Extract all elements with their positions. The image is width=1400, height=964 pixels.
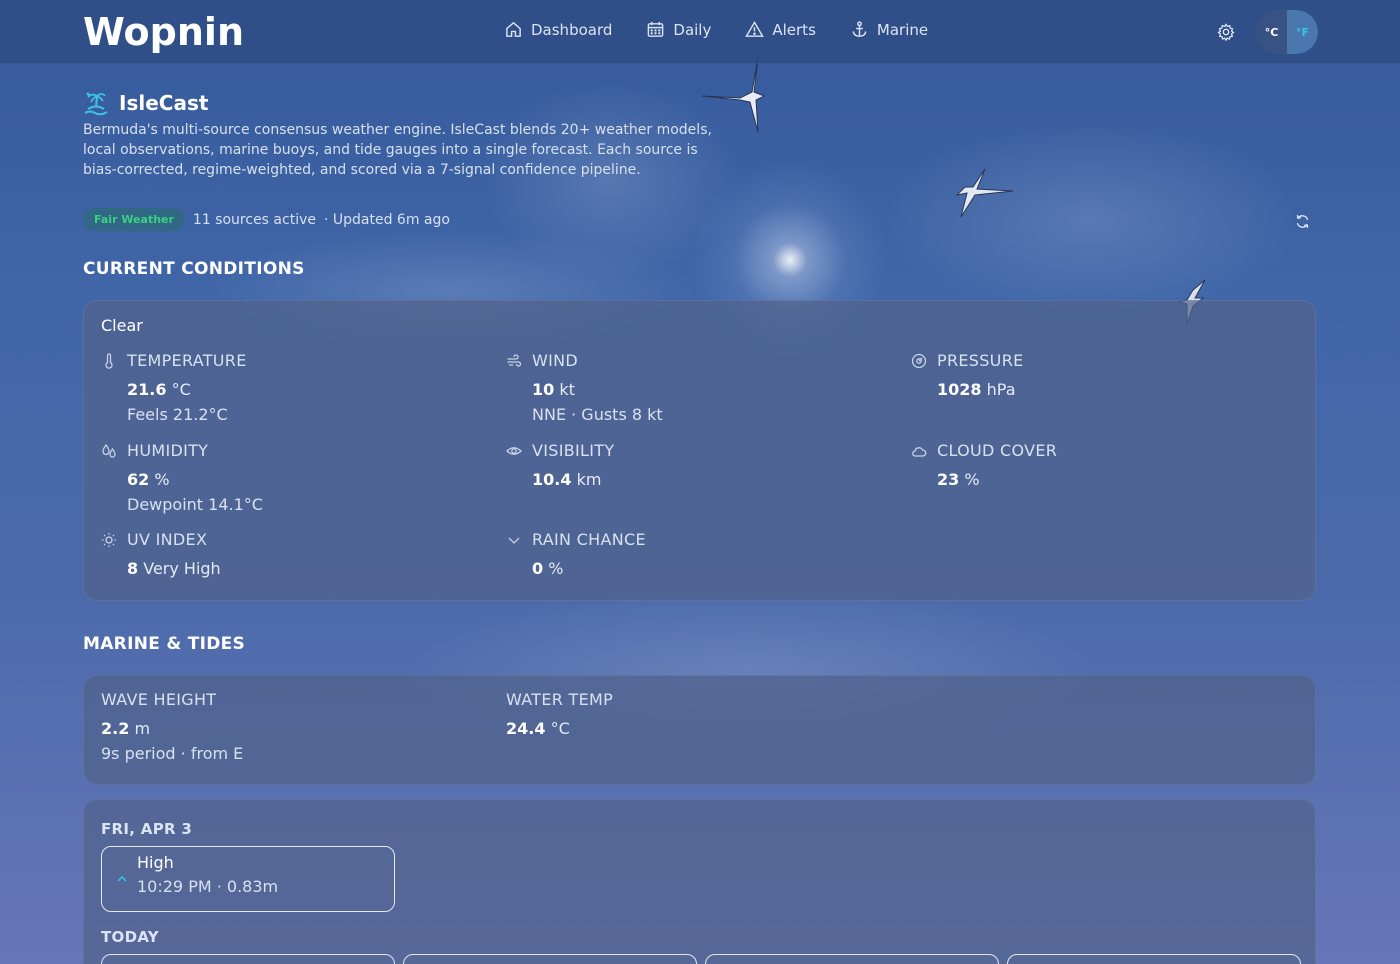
fahrenheit-option[interactable]: °F — [1287, 10, 1318, 54]
refresh-icon[interactable] — [1294, 213, 1311, 230]
top-navigation-bar: Wopnin Dashboard Daily Alerts Marine °C … — [0, 0, 1400, 64]
pressure-metric: PRESSURE 1028 hPa — [911, 351, 1291, 399]
wind-icon — [507, 353, 522, 367]
wind-metric: WIND 10 kt NNE · Gusts 8 kt — [506, 351, 886, 424]
visibility-metric: VISIBILITY 10.4 km — [506, 441, 886, 489]
sun-icon — [102, 532, 116, 547]
today-label: TODAY — [101, 928, 159, 946]
anchor-icon — [852, 21, 867, 37]
unit-toggle: °C °F — [1256, 10, 1318, 54]
app-logo[interactable]: Wopnin — [83, 10, 244, 54]
gear-icon[interactable] — [1217, 23, 1235, 41]
tide-entry[interactable]: High 10:29 PM · 0.83m — [101, 846, 395, 912]
nav-item-marine[interactable]: Marine — [850, 20, 928, 39]
nav-label: Daily — [673, 20, 712, 39]
metric-label: TEMPERATURE — [127, 351, 247, 370]
calendar-icon — [648, 21, 664, 37]
status-row: Fair Weather 11 sources active · Updated… — [83, 208, 450, 231]
celsius-option[interactable]: °C — [1256, 10, 1287, 54]
cloud-haze — [880, 120, 1300, 320]
wave-height-value: 2.2 — [101, 719, 130, 738]
nav-item-daily[interactable]: Daily — [646, 20, 711, 39]
metric-label: HUMIDITY — [127, 441, 209, 460]
bird-illustration — [955, 168, 1014, 218]
today-tide-entry[interactable] — [403, 954, 697, 964]
metric-label: WAVE HEIGHT — [101, 690, 217, 709]
nav-item-dashboard[interactable]: Dashboard — [504, 20, 612, 39]
tide-date: FRI, APR 3 — [101, 820, 193, 838]
updated-time: · Updated 6m ago — [323, 211, 450, 228]
visibility-value: 10.4 — [532, 470, 572, 489]
wind-unit: kt — [559, 380, 575, 399]
brand-description: Bermuda's multi-source consensus weather… — [83, 122, 712, 178]
metric-label: RAIN CHANCE — [532, 530, 646, 549]
wave-period: 9s period · from E — [101, 744, 244, 763]
droplets-icon — [102, 443, 116, 458]
metric-label: PRESSURE — [937, 351, 1024, 370]
metric-label: VISIBILITY — [532, 441, 615, 460]
wave-height-unit: m — [134, 719, 151, 738]
today-tide-entry[interactable] — [1007, 954, 1301, 964]
water-temp-unit: °C — [550, 719, 570, 738]
today-tide-entry[interactable] — [101, 954, 395, 964]
nav-label: Alerts — [772, 20, 816, 39]
uv-index-level: Very High — [143, 559, 221, 578]
uv-index-metric: UV INDEX 8 Very High — [101, 530, 481, 578]
nav-item-alerts[interactable]: Alerts — [745, 20, 816, 39]
nav-label: Dashboard — [531, 20, 613, 39]
marine-card: WAVE HEIGHT 2.2 m 9s period · from E WAT… — [83, 675, 1316, 785]
wind-direction-gusts: NNE · Gusts 8 kt — [532, 405, 663, 424]
today-tide-entry[interactable] — [705, 954, 999, 964]
current-conditions-title: CURRENT CONDITIONS — [83, 259, 305, 279]
dewpoint: Dewpoint 14.1°C — [127, 495, 263, 514]
main-nav: Dashboard Daily Alerts Marine — [504, 20, 928, 39]
condition-text: Clear — [101, 316, 143, 335]
tides-card: FRI, APR 3 High 10:29 PM · 0.83m TODAY — [83, 799, 1316, 964]
water-temp-value: 24.4 — [506, 719, 546, 738]
brand-header: IsleCast — [83, 90, 208, 116]
humidity-unit: % — [154, 470, 170, 489]
chevron-down-icon — [508, 537, 520, 544]
feels-like: Feels 21.2°C — [127, 405, 228, 424]
metric-label: WATER TEMP — [506, 690, 614, 709]
rain-chance-metric: RAIN CHANCE 0 % — [506, 530, 886, 578]
wave-height-metric: WAVE HEIGHT 2.2 m 9s period · from E — [101, 690, 243, 763]
metric-label: WIND — [532, 351, 579, 370]
chevron-up-icon — [117, 875, 127, 882]
water-temp-metric: WATER TEMP 24.4 °C — [506, 690, 613, 738]
pressure-value: 1028 — [937, 380, 982, 399]
metric-label: CLOUD COVER — [937, 441, 1058, 460]
tide-type: High — [137, 853, 174, 872]
metric-label: UV INDEX — [127, 530, 208, 549]
humidity-metric: HUMIDITY 62 % Dewpoint 14.1°C — [101, 441, 481, 514]
current-conditions-card: Clear TEMPERATURE 21.6 °C Feels 21.2°C W… — [83, 300, 1316, 601]
nav-label: Marine — [876, 20, 929, 39]
tide-detail: 10:29 PM · 0.83m — [137, 877, 279, 896]
pressure-unit: hPa — [986, 380, 1016, 399]
uv-index-value: 8 — [127, 559, 139, 578]
home-icon — [506, 21, 521, 37]
warning-icon — [745, 20, 765, 37]
gauge-icon — [911, 353, 927, 368]
wind-value: 10 — [532, 380, 555, 399]
temperature-value: 21.6 — [127, 380, 167, 399]
sources-count: 11 sources active — [192, 211, 316, 228]
thermometer-icon — [105, 352, 113, 369]
cloud-cover-unit: % — [964, 470, 980, 489]
rain-chance-value: 0 — [532, 559, 544, 578]
visibility-unit: km — [576, 470, 602, 489]
temperature-metric: TEMPERATURE 21.6 °C Feels 21.2°C — [101, 351, 481, 424]
rain-chance-unit: % — [548, 559, 564, 578]
cloud-cover-value: 23 — [937, 470, 960, 489]
marine-tides-title: MARINE & TIDES — [83, 634, 246, 654]
status-badge: Fair Weather — [83, 208, 185, 231]
brand-name: IsleCast — [119, 91, 209, 115]
cloud-haze — [480, 80, 740, 280]
isle-icon — [84, 92, 108, 116]
temperature-unit: °C — [171, 380, 191, 399]
cloud-icon — [912, 446, 927, 457]
humidity-value: 62 — [127, 470, 150, 489]
eye-icon — [506, 446, 522, 455]
cloud-cover-metric: CLOUD COVER 23 % — [911, 441, 1291, 489]
